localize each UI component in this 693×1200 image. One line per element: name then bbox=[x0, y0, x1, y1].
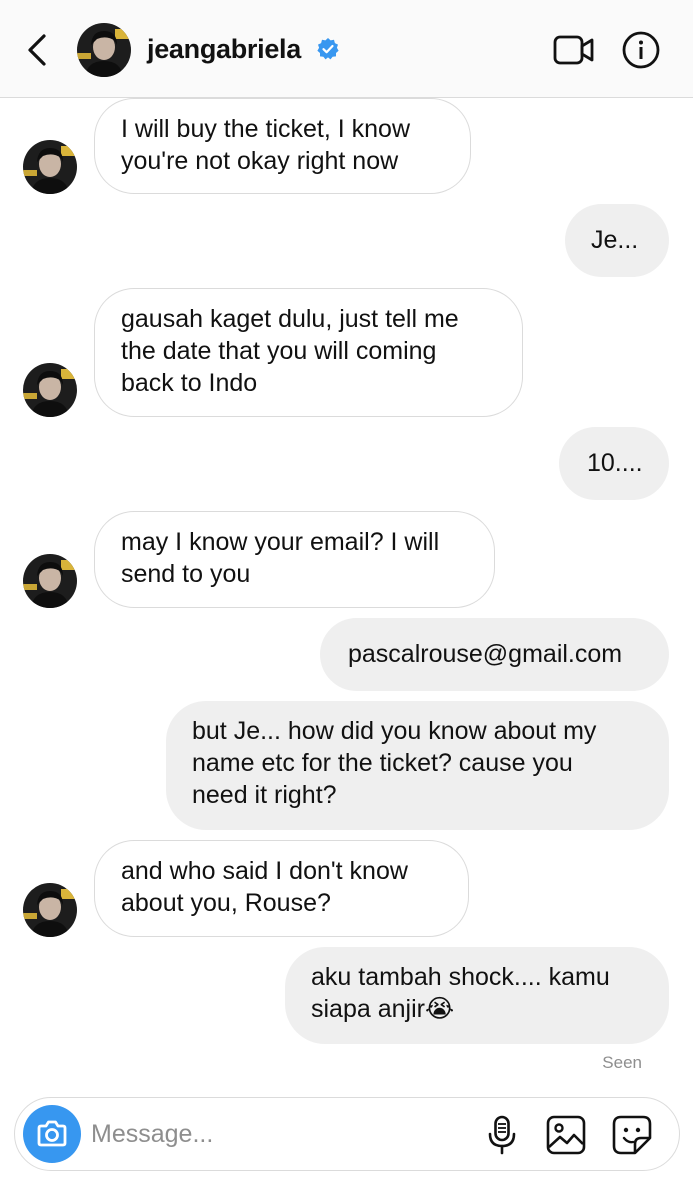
seen-status: Seen bbox=[602, 1053, 642, 1072]
message-bubble-outgoing[interactable]: but Je... how did you know about my name… bbox=[166, 701, 669, 830]
avatar[interactable] bbox=[77, 23, 131, 77]
message-bubble-outgoing[interactable]: aku tambah shock.... kamu siapa anjir😭 bbox=[285, 947, 669, 1044]
message-bubble-incoming[interactable]: and who said I don't know about you, Rou… bbox=[94, 840, 469, 937]
message-bubble-incoming[interactable]: I will buy the ticket, I know you're not… bbox=[94, 98, 471, 194]
message-bubble-incoming[interactable]: may I know your email? I will send to yo… bbox=[94, 511, 495, 608]
verified-badge-icon bbox=[316, 37, 340, 61]
message-composer bbox=[14, 1097, 680, 1171]
message-bubble-outgoing[interactable]: 10.... bbox=[559, 427, 669, 500]
video-call-icon[interactable] bbox=[552, 30, 596, 70]
avatar[interactable] bbox=[23, 554, 77, 608]
back-chevron-icon[interactable] bbox=[20, 26, 56, 74]
message-input[interactable] bbox=[91, 1116, 471, 1152]
message-bubble-incoming[interactable]: gausah kaget dulu, just tell me the date… bbox=[94, 288, 523, 417]
avatar[interactable] bbox=[23, 363, 77, 417]
info-icon[interactable] bbox=[621, 30, 661, 70]
avatar[interactable] bbox=[23, 883, 77, 937]
chat-header: jeangabriela bbox=[0, 0, 693, 98]
camera-icon[interactable] bbox=[23, 1105, 81, 1163]
message-bubble-outgoing[interactable]: Je... bbox=[565, 204, 669, 277]
avatar[interactable] bbox=[23, 140, 77, 194]
sticker-icon[interactable] bbox=[611, 1114, 653, 1156]
gallery-icon[interactable] bbox=[545, 1114, 587, 1156]
conversation-username[interactable]: jeangabriela bbox=[147, 34, 301, 65]
microphone-icon[interactable] bbox=[481, 1114, 523, 1156]
message-bubble-outgoing[interactable]: pascalrouse@gmail.com bbox=[320, 618, 669, 691]
